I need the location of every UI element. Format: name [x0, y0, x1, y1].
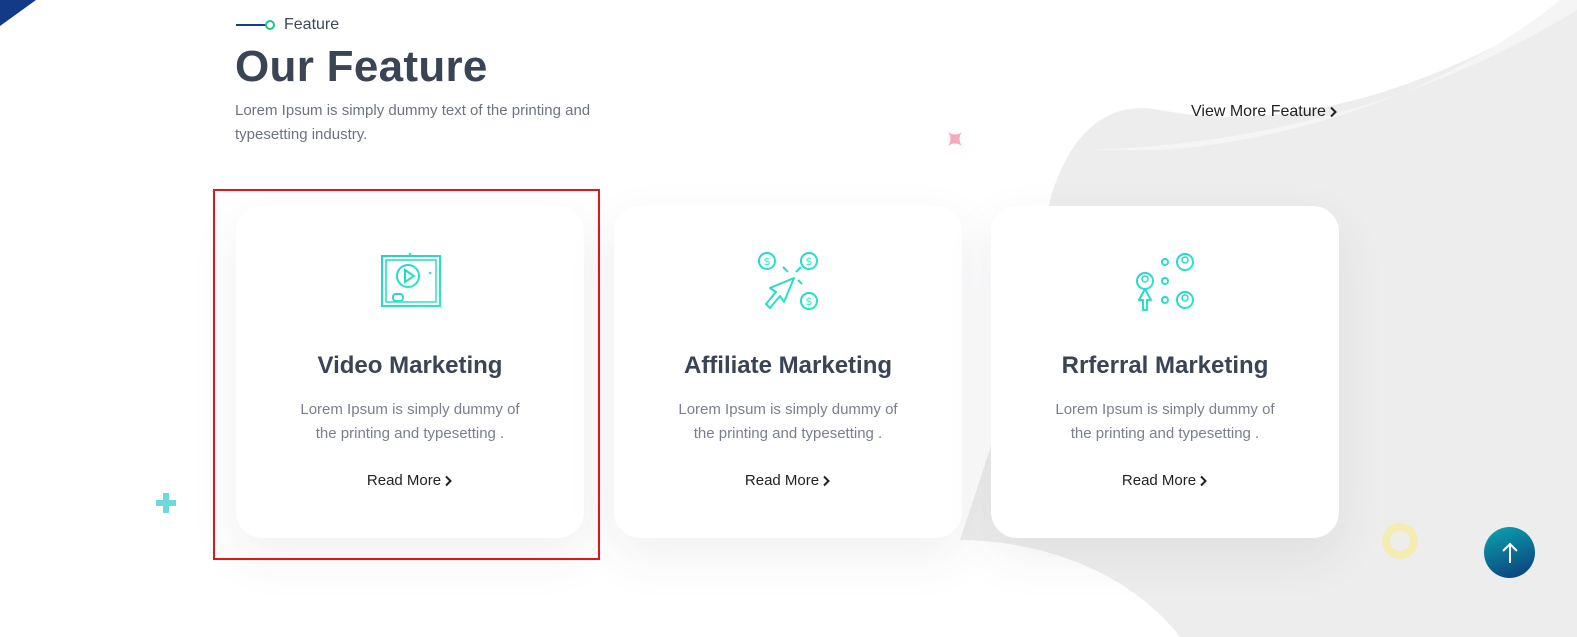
card-description: Lorem Ipsum is simply dummy of the print…	[1055, 401, 1275, 442]
read-more-label: Read More	[1121, 472, 1197, 489]
ring-decoration	[1382, 523, 1418, 559]
sparkle-decoration-icon	[948, 132, 962, 146]
card-description: Lorem Ipsum is simply dummy of the print…	[678, 401, 898, 442]
svg-text:$: $	[764, 255, 771, 268]
section-title: Our Feature	[235, 42, 488, 91]
video-play-icon	[381, 252, 441, 307]
referral-network-icon	[1136, 253, 1194, 311]
feature-card-video-marketing: Video Marketing Lorem Ipsum is simply du…	[236, 206, 584, 538]
cursor-dollar-icon: $ $ $	[758, 252, 818, 310]
feature-card-referral-marketing: Rrferral Marketing Lorem Ipsum is simply…	[991, 206, 1339, 538]
section-tag: Feature	[236, 16, 339, 34]
read-more-link[interactable]: Read More	[236, 472, 584, 489]
chevron-right-icon	[445, 475, 453, 486]
plus-decoration-icon	[156, 493, 176, 513]
arrow-up-icon	[1501, 542, 1518, 563]
card-title: Video Marketing	[317, 352, 503, 379]
tag-dot	[265, 20, 275, 30]
scroll-to-top-button[interactable]	[1484, 527, 1535, 578]
section-subtitle: Lorem Ipsum is simply dummy text of the …	[235, 102, 591, 143]
svg-text:$: $	[806, 255, 813, 268]
read-more-label: Read More	[366, 472, 442, 489]
read-more-label: Read More	[744, 472, 820, 489]
view-more-label: View More Feature	[1191, 103, 1326, 120]
feature-card-affiliate-marketing: $ $ $ Affiliate Marketing Lorem Ipsum is…	[614, 206, 962, 538]
read-more-link[interactable]: Read More	[991, 472, 1339, 489]
read-more-link[interactable]: Read More	[614, 472, 962, 489]
tag-line	[236, 24, 266, 26]
card-description: Lorem Ipsum is simply dummy of the print…	[300, 401, 520, 442]
card-title: Rrferral Marketing	[1061, 352, 1269, 379]
corner-decoration	[0, 0, 36, 26]
view-more-feature-link[interactable]: View More Feature	[1191, 103, 1338, 121]
chevron-right-icon	[823, 475, 831, 486]
card-title: Affiliate Marketing	[683, 352, 893, 379]
chevron-right-icon	[1330, 106, 1337, 118]
chevron-right-icon	[1200, 475, 1208, 486]
section-tag-label: Feature	[284, 16, 340, 33]
svg-text:$: $	[806, 295, 813, 308]
